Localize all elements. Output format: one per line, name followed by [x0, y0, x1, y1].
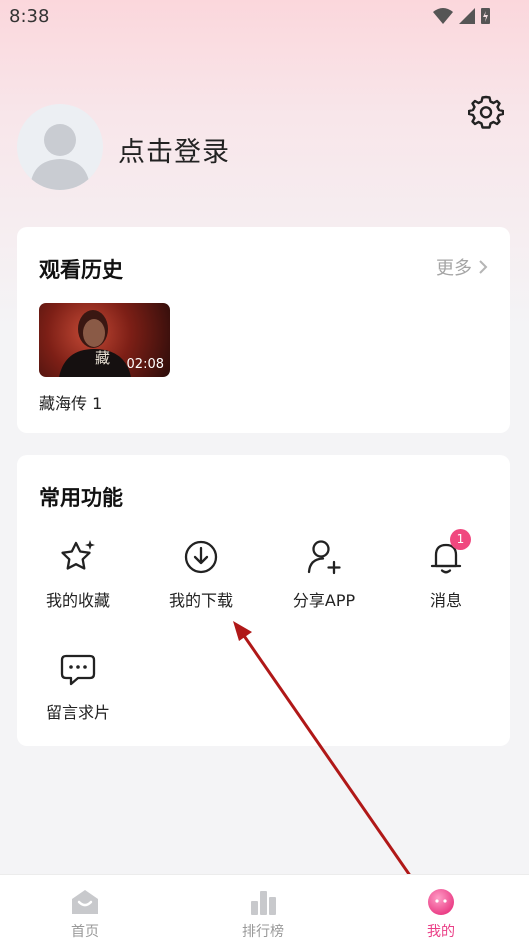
favorites-label: 我的收藏: [45, 591, 110, 610]
messages-label: 消息: [429, 591, 462, 610]
battery-icon: [481, 8, 490, 24]
watch-history-card: 观看历史 更多 藏 02:08 藏海传 1: [17, 227, 510, 433]
settings-button[interactable]: [467, 94, 505, 130]
share-app-button[interactable]: 分享APP: [269, 537, 379, 611]
bottom-tab-bar: 首页 排行榜 我的: [0, 874, 529, 947]
downloads-label: 我的下载: [168, 591, 233, 610]
tab-ranking[interactable]: 排行榜: [213, 887, 313, 941]
favorites-button[interactable]: 我的收藏: [23, 537, 133, 611]
video-duration: 02:08: [126, 357, 164, 372]
tab-mine-label: 我的: [427, 924, 455, 940]
request-movie-button[interactable]: 留言求片: [23, 649, 133, 723]
default-avatar-icon: [30, 124, 90, 190]
downloads-button[interactable]: 我的下载: [146, 537, 256, 611]
chat-bubble-icon: [58, 649, 98, 689]
bar-chart-icon: [248, 887, 278, 917]
tab-home[interactable]: 首页: [35, 887, 135, 941]
download-icon: [181, 537, 221, 577]
more-label: 更多: [436, 258, 472, 279]
signal-icon: [459, 8, 475, 24]
status-time: 8:38: [9, 6, 50, 27]
video-title[interactable]: 藏海传 1: [39, 390, 102, 414]
request-movie-label: 留言求片: [45, 703, 110, 722]
wifi-icon: [433, 8, 453, 24]
thumbnail-watermark: 藏: [95, 349, 111, 367]
tab-home-label: 首页: [71, 924, 99, 940]
gear-icon: [467, 95, 505, 129]
more-link[interactable]: 更多: [436, 254, 488, 280]
message-badge: 1: [450, 529, 471, 550]
tab-ranking-label: 排行榜: [242, 924, 284, 940]
common-functions-card: 常用功能 我的收藏 我的下载 分享APP 1 消息 留言求片: [17, 455, 510, 746]
bell-icon: 1: [426, 529, 471, 577]
home-icon: [70, 887, 100, 917]
share-app-label: 分享APP: [292, 591, 356, 610]
status-icons: [431, 6, 491, 30]
star-sparkle-icon: [58, 537, 98, 577]
video-thumbnail[interactable]: 藏 02:08: [39, 303, 170, 377]
watch-history-title: 观看历史: [39, 258, 123, 282]
common-functions-title: 常用功能: [39, 486, 123, 510]
chevron-right-icon: [479, 260, 488, 274]
login-link[interactable]: 点击登录: [118, 130, 230, 169]
add-user-icon: [304, 537, 344, 577]
profile-face-icon: [426, 887, 456, 917]
status-bar: 8:38: [0, 0, 529, 34]
avatar[interactable]: [17, 104, 103, 190]
messages-button[interactable]: 1 消息: [391, 529, 501, 611]
tab-mine[interactable]: 我的: [391, 887, 491, 941]
